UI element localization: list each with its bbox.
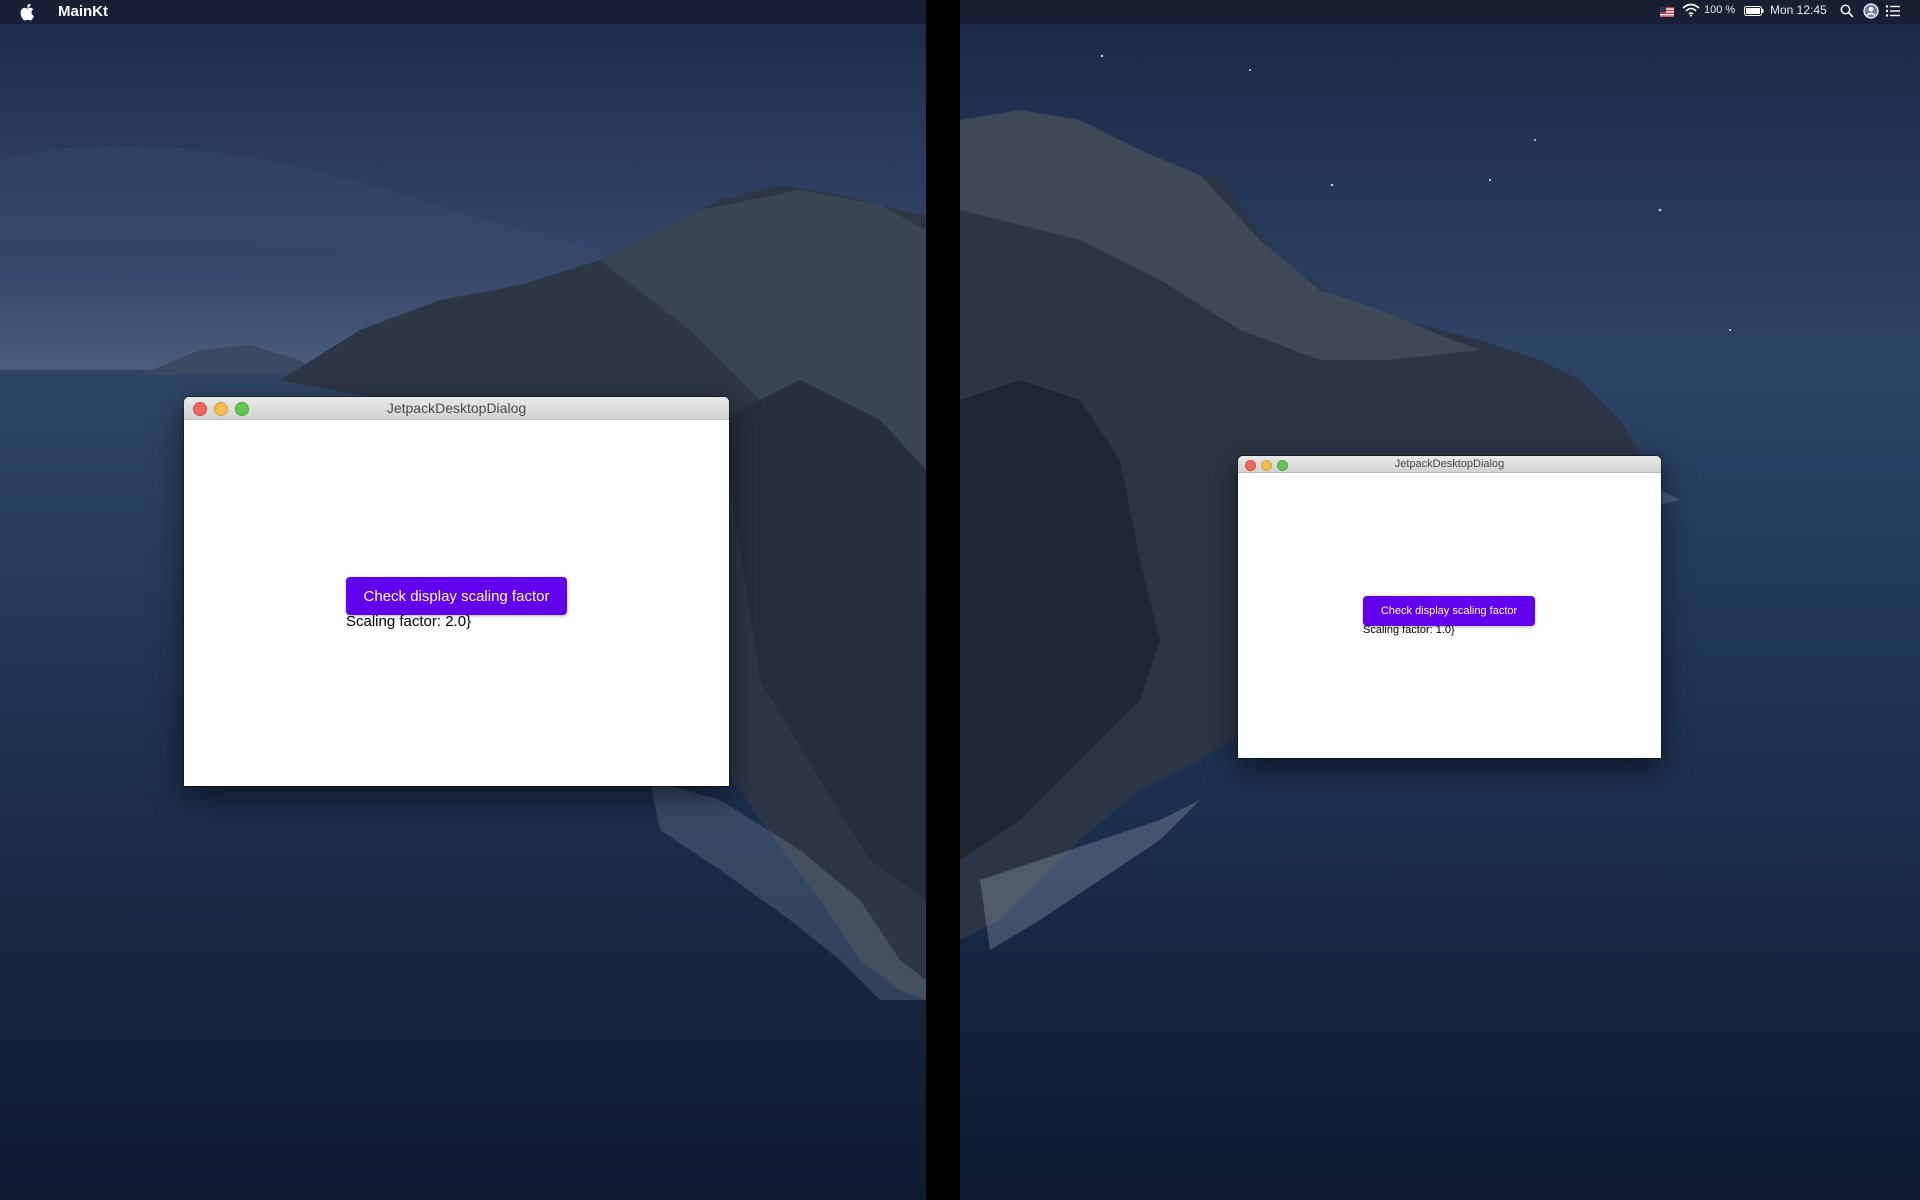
display-right: 100 % Mon 12:45 JetpackDesktopDialog Che…	[960, 0, 1920, 1200]
battery-icon[interactable]	[1744, 5, 1764, 16]
display-left: MainKt JetpackDesktopDialog Check displa…	[0, 0, 926, 1200]
check-scaling-button[interactable]: Check display scaling factor	[346, 577, 567, 615]
scaling-factor-label: Scaling factor: 1.0}	[1363, 624, 1455, 636]
search-icon[interactable]	[1840, 4, 1854, 18]
battery-percentage: 100 %	[1704, 4, 1736, 16]
menu-bar: MainKt	[0, 0, 926, 24]
window-title: JetpackDesktopDialog	[386, 400, 527, 416]
user-icon[interactable]	[1863, 3, 1879, 19]
check-scaling-button[interactable]: Check display scaling factor	[1363, 596, 1535, 626]
flag-icon[interactable]	[1660, 6, 1674, 17]
display-divider	[926, 0, 960, 1200]
close-button[interactable]	[1245, 460, 1256, 471]
window-title: JetpackDesktopDialog	[1394, 458, 1505, 470]
close-button[interactable]	[193, 402, 207, 416]
menu-clock[interactable]: Mon 12:45	[1770, 3, 1827, 17]
minimize-button[interactable]	[1261, 460, 1272, 471]
wifi-icon[interactable]	[1682, 3, 1700, 17]
dialog-window-left: JetpackDesktopDialog Check display scali…	[184, 397, 729, 786]
list-icon[interactable]	[1885, 4, 1901, 18]
scaling-factor-label: Scaling factor: 2.0}	[346, 613, 472, 630]
window-titlebar[interactable]: JetpackDesktopDialog	[1238, 456, 1661, 473]
maximize-button[interactable]	[1277, 460, 1288, 471]
menu-app-name[interactable]: MainKt	[58, 3, 108, 20]
maximize-button[interactable]	[235, 402, 249, 416]
minimize-button[interactable]	[214, 402, 228, 416]
dialog-window-right: JetpackDesktopDialog Check display scali…	[1238, 456, 1661, 758]
apple-icon[interactable]	[20, 3, 36, 21]
window-titlebar[interactable]: JetpackDesktopDialog	[184, 397, 729, 420]
menu-bar: 100 % Mon 12:45	[960, 0, 1920, 24]
